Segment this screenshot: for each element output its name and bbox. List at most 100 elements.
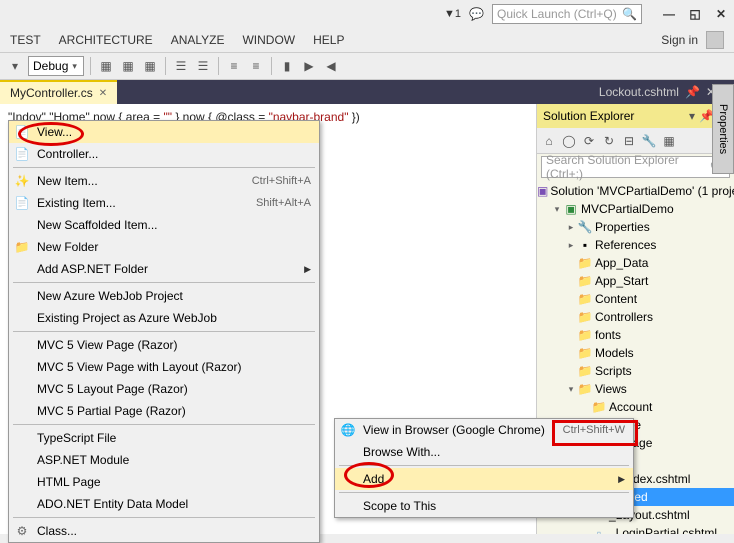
menu-help[interactable]: HELP [313, 33, 344, 47]
menu-item[interactable]: MVC 5 Layout Page (Razor) [9, 378, 319, 400]
menu-item[interactable]: ADO.NET Entity Data Model [9, 493, 319, 515]
tree-node[interactable]: ▸🔧Properties [537, 218, 734, 236]
tree-node[interactable]: ▾📁Views [537, 380, 734, 398]
menu-item[interactable]: 📁New Folder [9, 236, 319, 258]
node-icon: 📁 [591, 400, 607, 414]
menu-label: New Scaffolded Item... [37, 218, 158, 232]
menu-shortcut: Ctrl+Shift+W [563, 424, 625, 436]
config-combo[interactable]: Debug ▾ [28, 56, 84, 76]
menu-item[interactable]: MVC 5 View Page with Layout (Razor) [9, 356, 319, 378]
menu-icon: ✨ [13, 174, 31, 188]
toolbar-bookmark-icon[interactable]: ▮ [278, 57, 296, 75]
tree-node[interactable]: 📁Account [537, 398, 734, 416]
tree-node[interactable]: ▣Solution 'MVCPartialDemo' (1 proje [537, 182, 734, 200]
menu-item[interactable]: Add▶ [335, 468, 633, 490]
close-icon[interactable]: ✕ [99, 88, 107, 99]
tree-node[interactable]: ▾▣MVCPartialDemo [537, 200, 734, 218]
menu-test[interactable]: TEST [10, 33, 41, 47]
menu-architecture[interactable]: ARCHITECTURE [59, 33, 153, 47]
context-menu-folder: 🌐View in Browser (Google Chrome)Ctrl+Shi… [334, 418, 634, 518]
refresh-icon[interactable]: ↻ [601, 133, 617, 149]
expand-icon[interactable]: ▾ [551, 204, 563, 215]
menu-item[interactable]: New Scaffolded Item... [9, 214, 319, 236]
node-label: Scripts [593, 364, 632, 378]
tab-mycontroller[interactable]: MyController.cs ✕ [0, 80, 117, 104]
menu-item[interactable]: Existing Project as Azure WebJob [9, 307, 319, 329]
properties-tab[interactable]: Properties [712, 84, 734, 174]
tab-label: MyController.cs [10, 86, 93, 100]
menu-item[interactable]: 📄 Controller... [9, 143, 319, 165]
menu-label: Controller... [37, 147, 98, 161]
explorer-search-input[interactable]: Search Solution Explorer (Ctrl+;) 🔍 [541, 156, 730, 178]
menu-item[interactable]: Scope to This [335, 495, 633, 517]
menu-label: New Item... [37, 174, 98, 188]
home-icon[interactable]: ⌂ [541, 133, 557, 149]
dropdown-icon[interactable]: ▾ [6, 57, 24, 75]
show-all-icon[interactable]: ▦ [661, 133, 677, 149]
menu-item[interactable]: Browse With... [335, 441, 633, 463]
expand-icon[interactable]: ▸ [565, 240, 577, 251]
toolbar-next-icon[interactable]: ▶ [300, 57, 318, 75]
menu-item[interactable]: 🌐View in Browser (Google Chrome)Ctrl+Shi… [335, 419, 633, 441]
expand-icon[interactable]: ▾ [565, 384, 577, 395]
tree-node[interactable]: 📁Controllers [537, 308, 734, 326]
tree-node[interactable]: 📁fonts [537, 326, 734, 344]
menu-item[interactable]: ASP.NET Module [9, 449, 319, 471]
sync-icon[interactable]: ⟳ [581, 133, 597, 149]
pin-icon[interactable]: 📌 [685, 85, 700, 99]
menu-label: Add ASP.NET Folder [37, 262, 148, 276]
toolbar-prev-icon[interactable]: ◀ [322, 57, 340, 75]
menu-label: Scope to This [363, 499, 436, 513]
submenu-arrow-icon: ▶ [618, 474, 625, 485]
toolbar-indent-icon[interactable]: ☰ [172, 57, 190, 75]
node-label: Controllers [593, 310, 653, 324]
menu-item[interactable]: New Azure WebJob Project [9, 285, 319, 307]
menu-item[interactable]: TypeScript File [9, 427, 319, 449]
node-label: MVCPartialDemo [579, 202, 674, 216]
menu-item[interactable]: 📄Existing Item...Shift+Alt+A [9, 192, 319, 214]
window-buttons: — ◱ ✕ [662, 7, 728, 21]
menu-item[interactable]: HTML Page [9, 471, 319, 493]
properties-icon[interactable]: 🔧 [641, 133, 657, 149]
tree-node[interactable]: 📁Scripts [537, 362, 734, 380]
menu-item[interactable]: MVC 5 Partial Page (Razor) [9, 400, 319, 422]
menu-item[interactable]: ✨New Item...Ctrl+Shift+A [9, 170, 319, 192]
menu-label: MVC 5 View Page (Razor) [37, 338, 178, 352]
minimize-button[interactable]: — [662, 7, 676, 21]
menu-item[interactable]: Add ASP.NET Folder▶ [9, 258, 319, 280]
toolbar-uncomment-icon[interactable]: ≡ [247, 57, 265, 75]
node-label: Properties [593, 220, 650, 234]
menu-item[interactable]: 📄View... [9, 121, 319, 143]
sign-in-link[interactable]: Sign in [661, 33, 698, 47]
node-icon: ▪ [577, 238, 593, 252]
tree-node[interactable]: ▫_LoginPartial.cshtml [537, 524, 734, 534]
tree-node[interactable]: 📁App_Start [537, 272, 734, 290]
menu-item[interactable]: MVC 5 View Page (Razor) [9, 334, 319, 356]
tree-node[interactable]: 📁App_Data [537, 254, 734, 272]
toolbar-btn[interactable]: ▦ [97, 57, 115, 75]
tree-node[interactable]: 📁Models [537, 344, 734, 362]
close-button[interactable]: ✕ [714, 7, 728, 21]
toolbar-comment-icon[interactable]: ≡ [225, 57, 243, 75]
dropdown-icon[interactable]: ▾ [689, 109, 695, 123]
expand-icon[interactable]: ▸ [565, 222, 577, 233]
tree-node[interactable]: 📁Content [537, 290, 734, 308]
user-avatar[interactable] [706, 31, 724, 49]
back-icon[interactable]: ◯ [561, 133, 577, 149]
toolbar-outdent-icon[interactable]: ☰ [194, 57, 212, 75]
notification-flag[interactable]: ▼1 [444, 8, 461, 20]
quick-launch-input[interactable]: Quick Launch (Ctrl+Q) 🔍 [492, 4, 642, 24]
menu-analyze[interactable]: ANALYZE [171, 33, 225, 47]
node-label: App_Data [593, 256, 648, 270]
restore-button[interactable]: ◱ [688, 7, 702, 21]
feedback-icon[interactable]: 💬 [469, 7, 484, 21]
node-label: Solution 'MVCPartialDemo' (1 proje [548, 184, 734, 198]
tree-node[interactable]: ▸▪References [537, 236, 734, 254]
collapse-icon[interactable]: ⊟ [621, 133, 637, 149]
toolbar-btn[interactable]: ▦ [141, 57, 159, 75]
toolbar-btn[interactable]: ▦ [119, 57, 137, 75]
menu-icon: 📄 [13, 147, 31, 161]
menu-window[interactable]: WINDOW [242, 33, 295, 47]
menu-item[interactable]: ⚙Class... [9, 520, 319, 542]
menu-label: MVC 5 Partial Page (Razor) [37, 404, 186, 418]
